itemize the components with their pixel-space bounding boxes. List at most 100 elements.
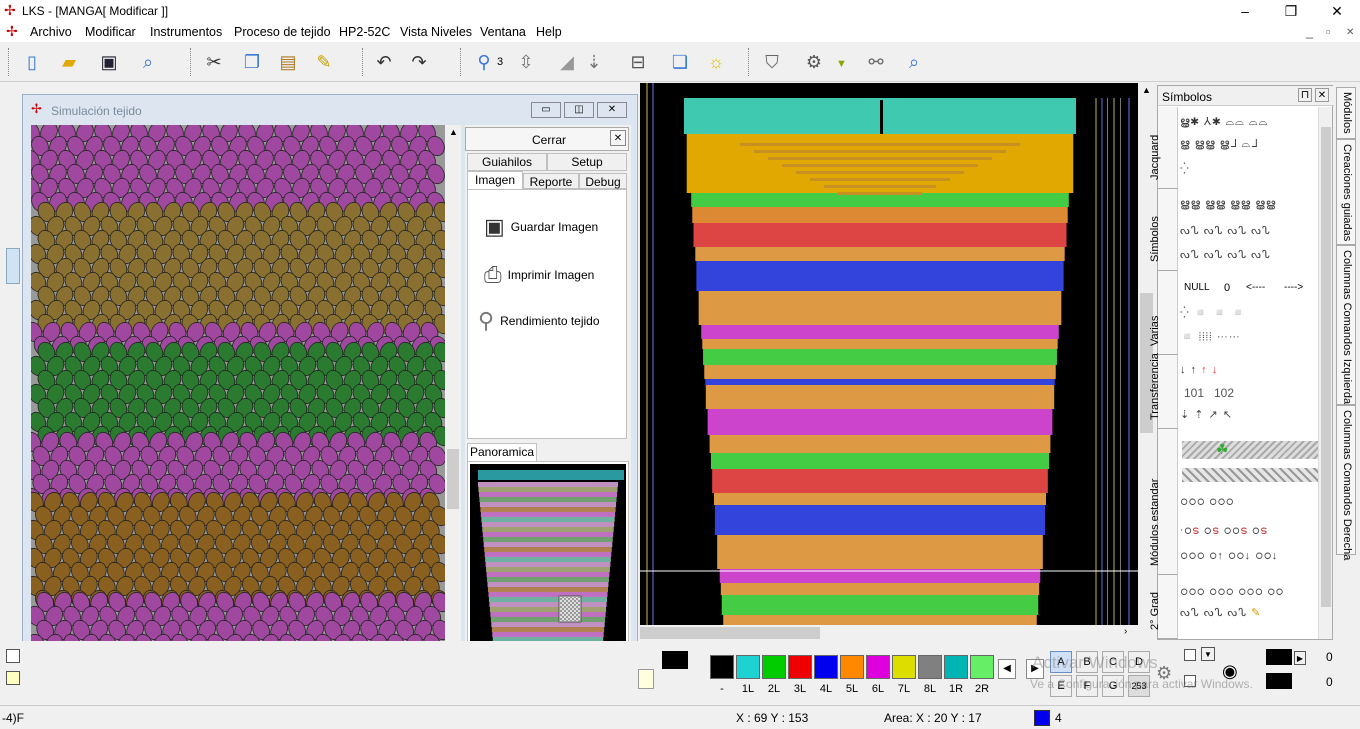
symbol-row[interactable]: ഠഠഠ ഠഠഠ <box>1180 496 1234 509</box>
current-color-swatch[interactable] <box>662 651 688 669</box>
sleeve-stripe[interactable] <box>705 385 1055 409</box>
symbol-row[interactable]: ᐧഠട ഠട ഠഠട ഠട <box>1180 524 1268 538</box>
guardar-imagen-button[interactable]: ▣ Guardar Imagen <box>484 214 598 240</box>
sleeve-stripe[interactable] <box>720 583 1040 595</box>
sleeve-design[interactable] <box>640 83 1138 625</box>
binoculars-icon[interactable]: ⚯ <box>862 48 890 76</box>
cut-icon[interactable]: ✂ <box>200 48 228 76</box>
checkbox[interactable] <box>6 649 20 663</box>
symbol-row[interactable]: ൠ ൠൠ ൠ⅃ ⌓⅃ <box>1180 138 1258 151</box>
color-swatch-a[interactable] <box>1266 649 1292 665</box>
mdi-restore-button[interactable]: ▫ <box>1326 25 1330 39</box>
symbols-scrollbar[interactable] <box>1318 107 1332 639</box>
scroll-thumb[interactable] <box>447 449 459 509</box>
save-icon[interactable]: ▣ <box>95 48 123 76</box>
chevron-down-icon[interactable]: ▼ <box>1201 647 1215 661</box>
scroll-up-icon[interactable]: ▲ <box>449 127 458 137</box>
tab-reporte[interactable]: Reporte <box>523 173 579 189</box>
maximize-button[interactable]: ❐ <box>1268 0 1314 22</box>
left-arrow-symbol[interactable]: <---- <box>1246 282 1265 293</box>
symbol-row[interactable]: ᔓᔐ ᔓᔐ ᔓᔐ ✎ <box>1180 606 1261 619</box>
menu-proceso-de-tejido[interactable]: Proceso de tejido <box>234 25 331 39</box>
sleeve-stripe[interactable] <box>709 435 1051 453</box>
up-down-icon[interactable]: ⇳ <box>512 48 540 76</box>
copy-icon[interactable]: ❐ <box>238 48 266 76</box>
sleeve-stripe[interactable] <box>707 409 1053 435</box>
palette-swatch[interactable] <box>762 655 786 679</box>
zero-symbol[interactable]: 0 <box>1224 282 1230 294</box>
tab-panoramica[interactable]: Panoramica <box>467 443 537 461</box>
scroll-up-icon[interactable]: ▲ <box>1142 85 1151 95</box>
symbol-row[interactable]: ⁛ <box>1180 162 1190 175</box>
symbol-row[interactable]: ◽ ⦙⦙⦙⦙ ⋯⋯ <box>1180 330 1241 344</box>
new-icon[interactable]: ▯ <box>18 48 46 76</box>
category-2-grad[interactable]: 2° Grad <box>1149 575 1178 639</box>
sleeve-stripe[interactable] <box>691 193 1069 207</box>
scroll-thumb[interactable] <box>640 627 820 639</box>
paste-special-icon[interactable]: ✎ <box>310 48 338 76</box>
menu-archivo[interactable]: Archivo <box>30 25 72 39</box>
sleeve-stripe[interactable] <box>692 207 1068 223</box>
tab-columnas-derecha[interactable]: Columnas Comandos Derecha <box>1336 405 1356 560</box>
menu-modificar[interactable]: Modificar <box>85 25 136 39</box>
sleeve-stripe[interactable] <box>703 349 1057 365</box>
sim-minimize-button[interactable]: ▭ <box>531 102 561 118</box>
palette-swatch[interactable] <box>944 655 968 679</box>
tab-columnas-izquierda[interactable]: Columnas Comandos Izquierda <box>1336 245 1356 405</box>
imprimir-imagen-button[interactable]: ⎙ Imprimir Imagen <box>484 262 594 288</box>
mdi-minimize-button[interactable]: _ <box>1306 25 1313 39</box>
gear-icon[interactable]: ⚙ <box>800 48 828 76</box>
palette-swatch[interactable] <box>840 655 864 679</box>
pin-icon[interactable]: ⊓ <box>1298 88 1312 102</box>
sleeve-stripe[interactable] <box>710 453 1050 469</box>
sleeve-stripe[interactable] <box>713 493 1047 505</box>
sleeve-stripe[interactable] <box>702 339 1058 349</box>
minimize-button[interactable]: – <box>1222 0 1268 22</box>
tab-modulos[interactable]: Módulos <box>1336 87 1356 139</box>
sleeve-stripe[interactable] <box>723 615 1037 625</box>
palette-swatch[interactable] <box>710 655 734 679</box>
module-frog-icon[interactable]: ☘ <box>1216 441 1229 458</box>
canvas-horizontal-scrollbar[interactable]: › <box>640 625 1138 641</box>
tab-debug[interactable]: Debug <box>579 173 627 189</box>
close-icon[interactable]: ✕ <box>1315 88 1329 102</box>
sleeve-stripe[interactable] <box>721 595 1039 615</box>
windows-icon[interactable]: ❏ <box>666 48 694 76</box>
shirt-icon[interactable]: ⛉ <box>758 48 786 76</box>
symbol-row[interactable]: ഠഠഠ ഠഠഠ ഠഠഠ ഠഠ <box>1180 586 1284 599</box>
right-arrow-symbol[interactable]: ----> <box>1284 282 1303 293</box>
module-row[interactable] <box>1182 441 1332 459</box>
null-symbol[interactable]: NULL <box>1184 282 1210 293</box>
category-transferencia[interactable]: Transferencia <box>1149 353 1178 429</box>
menu-ventana[interactable]: Ventana <box>480 25 526 39</box>
palette-swatch[interactable] <box>970 655 994 679</box>
chevron-down-icon[interactable]: ▼ <box>836 58 847 70</box>
category-simbolos[interactable]: Símbolos <box>1149 189 1178 271</box>
color-swatch-b[interactable] <box>1266 673 1292 689</box>
tab-guiahilos[interactable]: Guiahilos <box>467 153 547 171</box>
symbol-row[interactable]: ഠഠഠ ഠ↑ ഠഠ↓ ഠഠ↓ <box>1180 550 1278 563</box>
cerrar-label[interactable]: Cerrar <box>532 133 566 147</box>
open-icon[interactable]: ▰ <box>55 48 83 76</box>
machine-icon[interactable]: ⊟ <box>624 48 652 76</box>
sleeve-stripe[interactable] <box>698 291 1062 325</box>
sleeve-stripe[interactable] <box>717 535 1043 569</box>
sleeve-stripe[interactable] <box>701 325 1059 339</box>
palette-swatch[interactable] <box>892 655 916 679</box>
next-icon[interactable]: ▶ <box>1294 651 1306 665</box>
sleeve-stripe[interactable] <box>693 223 1067 247</box>
category-varias[interactable]: Varias <box>1149 271 1178 355</box>
transfer-102-symbol[interactable]: 102 <box>1214 386 1234 400</box>
category-jacquard[interactable]: Jacquard <box>1149 107 1178 189</box>
palette-swatch[interactable] <box>788 655 812 679</box>
symbol-row[interactable]: ൠ✱ ⅄✱ ⌓⌓ ⌓⌓ <box>1180 116 1268 129</box>
sleeve-stripe[interactable] <box>696 261 1064 291</box>
find-icon[interactable]: ⌕ <box>900 48 928 76</box>
symbol-row[interactable]: ↓ ↑ ↑ ↓ <box>1180 364 1218 376</box>
symbol-row[interactable]: ⇣ ⇡ ↗ ↖ <box>1180 408 1233 421</box>
knit-simulation-image[interactable] <box>31 125 445 685</box>
sim-vertical-scrollbar[interactable]: ▲ ▼ <box>445 125 461 685</box>
tab-imagen[interactable]: Imagen <box>467 171 523 189</box>
checkbox[interactable] <box>1184 649 1196 661</box>
preview-icon[interactable]: ⌕ <box>134 48 162 76</box>
